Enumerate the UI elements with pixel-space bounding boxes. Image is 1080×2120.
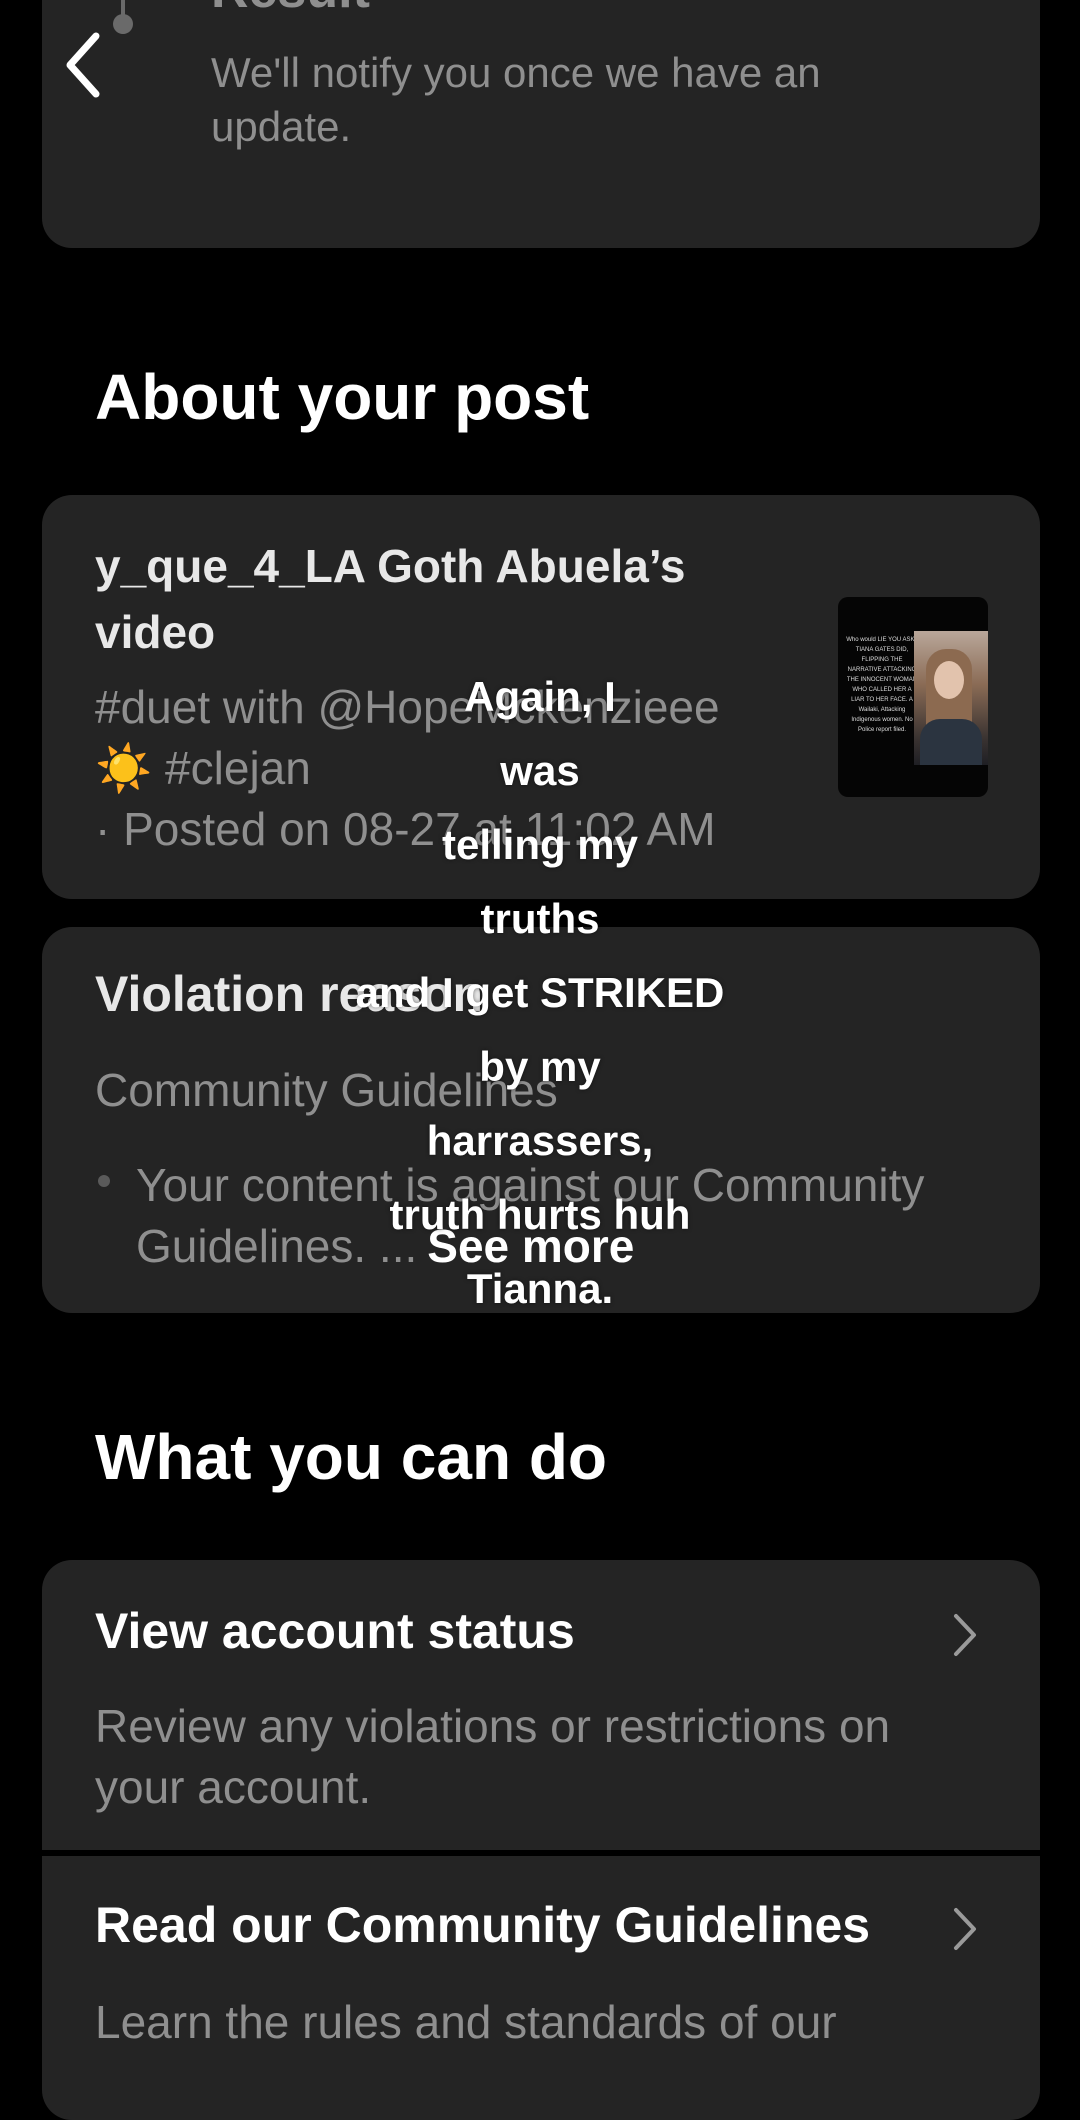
- read-community-guidelines-item[interactable]: Read our Community Guidelines Learn the …: [42, 1856, 1040, 2120]
- overlay-line: was: [500, 747, 580, 794]
- overlay-caption: Again, I was telling my truths and I get…: [290, 660, 790, 1326]
- chevron-left-icon: [66, 32, 100, 98]
- overlay-line: truths: [480, 895, 600, 942]
- bullet-icon: [98, 1175, 110, 1187]
- post-title: y_que_4_LA Goth Abuela’s video: [95, 540, 686, 658]
- what-you-can-do-heading: What you can do: [95, 1421, 607, 1493]
- overlay-line: by my: [479, 1043, 601, 1090]
- action-title: View account status: [95, 1603, 575, 1659]
- timeline-dot: [113, 14, 133, 34]
- actions-card: View account status Review any violation…: [42, 1560, 1040, 2120]
- result-card: Result We'll notify you once we have an …: [42, 0, 1040, 248]
- overlay-line: and I get STRIKED: [355, 969, 725, 1016]
- chevron-right-icon: [954, 1614, 976, 1656]
- result-title: Result: [211, 0, 370, 20]
- result-description: We'll notify you once we have an update.: [211, 49, 821, 150]
- post-thumbnail[interactable]: Who would LIE YOU ASK? TIANA GATES DID, …: [838, 597, 988, 797]
- overlay-line: Again, I: [464, 673, 616, 720]
- action-description: Learn the rules and standards of our: [95, 1996, 837, 2048]
- chevron-right-icon: [954, 1908, 976, 1950]
- overlay-line: harrassers,: [426, 1117, 654, 1164]
- thumbnail-person-image: [914, 631, 988, 765]
- back-button[interactable]: [58, 30, 108, 100]
- thumbnail-text: Who would LIE YOU ASK? TIANA GATES DID, …: [846, 637, 918, 733]
- overlay-line: Tianna.: [466, 1265, 614, 1312]
- action-title: Read our Community Guidelines: [95, 1897, 871, 1953]
- overlay-line: truth hurts huh: [389, 1191, 691, 1238]
- overlay-line: telling my: [441, 821, 639, 868]
- about-your-post-heading: About your post: [95, 361, 590, 433]
- view-account-status-item[interactable]: View account status Review any violation…: [42, 1560, 1040, 1850]
- action-description: Review any violations or restrictions on…: [95, 1700, 891, 1813]
